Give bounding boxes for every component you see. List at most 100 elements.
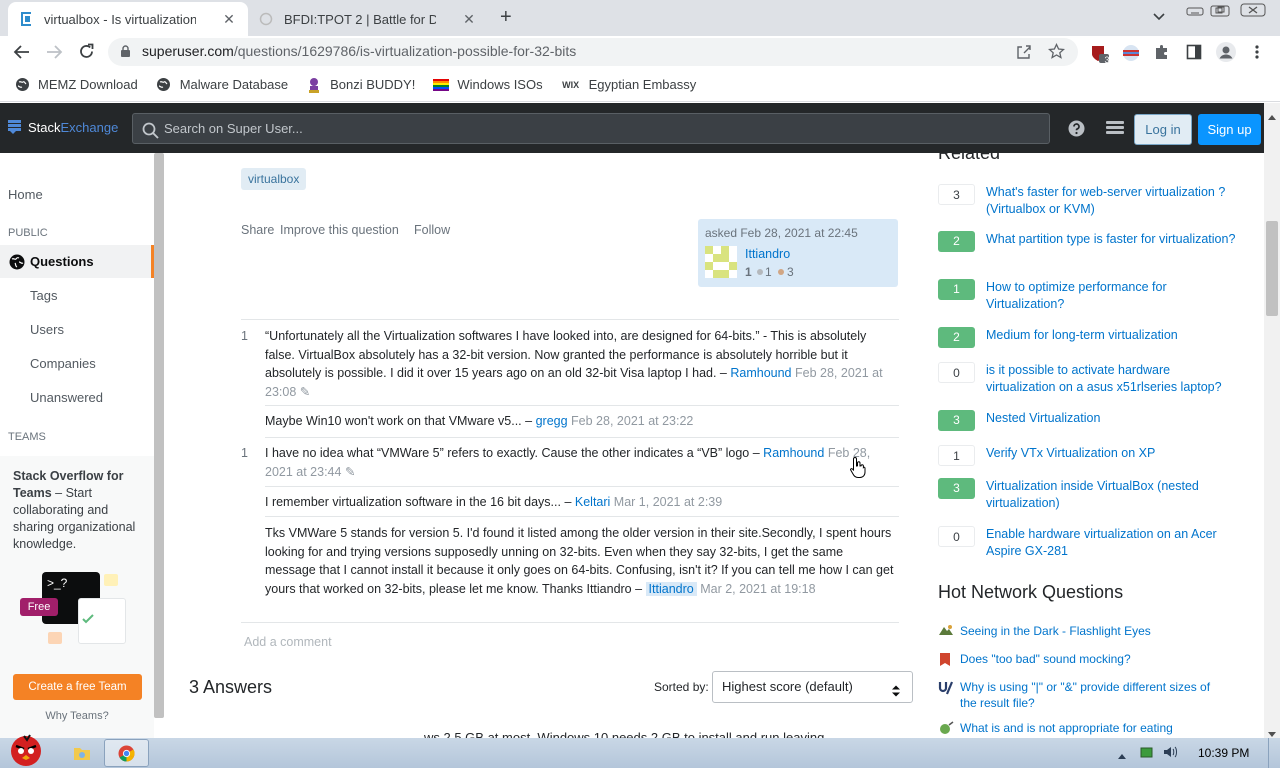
url-text[interactable]: superuser.com/questions/1629786/is-virtu… (142, 43, 576, 59)
volume-icon[interactable] (1162, 744, 1178, 765)
site-search-input[interactable]: Search on Super User... (132, 113, 1050, 144)
show-desktop-button[interactable] (1268, 738, 1280, 768)
close-tab-icon[interactable]: ✕ (460, 11, 478, 28)
comment-user[interactable]: Keltari (575, 495, 610, 509)
comment-text: I remember virtualization software in th… (265, 495, 572, 509)
reload-icon[interactable] (78, 43, 95, 65)
nav-unanswered[interactable]: Unanswered (30, 390, 103, 405)
nav-section-teams: TEAMS (8, 431, 46, 443)
lock-icon[interactable] (120, 45, 131, 63)
asker-name[interactable]: Ittiandro (745, 247, 790, 261)
profile-avatar-icon[interactable] (1216, 42, 1236, 67)
minimize-window-icon[interactable] (1186, 4, 1204, 22)
page-scrollbar-thumb[interactable] (1266, 221, 1278, 316)
extensions-puzzle-icon[interactable] (1154, 44, 1170, 65)
tab-superuser[interactable]: virtualbox - Is virtualization po ✕ (8, 2, 248, 36)
follow-link[interactable]: Follow (414, 223, 450, 237)
start-angry-bird-icon[interactable] (4, 730, 48, 773)
related-title[interactable]: Medium for long-term virtualization (986, 327, 1241, 344)
create-team-button[interactable]: Create a free Team (13, 674, 142, 700)
close-tab-icon[interactable]: ✕ (220, 11, 238, 28)
nav-tags[interactable]: Tags (30, 288, 57, 303)
tab-search-chevron-icon[interactable] (1152, 9, 1166, 28)
help-icon[interactable] (1068, 120, 1085, 142)
comment-date[interactable]: Mar 2, 2021 at 19:18 (700, 582, 815, 596)
comment-user[interactable]: Ramhound (763, 446, 824, 460)
forward-arrow-icon[interactable] (45, 44, 63, 65)
comment-user[interactable]: Ittiandro (645, 581, 697, 596)
related-title[interactable]: Enable hardware virtualization on an Ace… (986, 526, 1241, 560)
user-avatar[interactable] (705, 246, 737, 283)
related-title[interactable]: is it possible to activate hardware virt… (986, 362, 1241, 396)
comment-body: I remember virtualization software in th… (265, 493, 895, 512)
nav-users[interactable]: Users (30, 322, 64, 337)
nav-companies[interactable]: Companies (30, 356, 96, 371)
hot-question-title[interactable]: Does "too bad" sound mocking? (960, 651, 1230, 667)
extension-globe-icon[interactable] (1122, 44, 1140, 67)
nav-home[interactable]: Home (8, 187, 43, 202)
comment-user[interactable]: Ramhound (730, 366, 791, 380)
bookmark-windows-isos[interactable]: Windows ISOs (433, 77, 543, 93)
scroll-up-arrow-icon[interactable] (1268, 107, 1276, 125)
sidebar-scrollbar[interactable] (154, 153, 164, 718)
related-item: 0 is it possible to activate hardware vi… (938, 362, 1238, 402)
related-title[interactable]: How to optimize performance for Virtuali… (986, 279, 1241, 313)
hot-question-title[interactable]: Why is using "|" or "&" provide differen… (960, 679, 1230, 711)
globe-icon (14, 77, 30, 93)
hot-question-title[interactable]: Seeing in the Dark - Flashlight Eyes (960, 623, 1230, 639)
related-title[interactable]: What partition type is faster for virtua… (986, 231, 1241, 248)
bookmark-malware-database[interactable]: Malware Database (156, 77, 288, 93)
bookmark-star-icon[interactable] (1047, 42, 1066, 65)
nav-item-questions[interactable]: Questions (0, 245, 154, 278)
related-title[interactable]: Nested Virtualization (986, 410, 1241, 427)
taskbar-chrome[interactable] (104, 739, 149, 767)
address-bar[interactable]: superuser.com/questions/1629786/is-virtu… (108, 38, 1078, 66)
sort-select-value: Highest score (default) (722, 679, 853, 694)
related-item: 2 Medium for long-term virtualization (938, 327, 1238, 351)
answer-peek-clip: ws 2.5 GB at most. Windows 10 needs 2 GB… (424, 729, 894, 738)
add-comment-link[interactable]: Add a comment (244, 635, 332, 649)
nav-section-public: PUBLIC (8, 227, 48, 239)
stackexchange-logo[interactable]: StackExchange (28, 120, 118, 135)
tab-bfdi[interactable]: BFDI:TPOT 2 | Battle for Dream ✕ (248, 2, 488, 36)
close-window-icon[interactable] (1240, 3, 1266, 22)
page-scrollbar[interactable] (1264, 103, 1280, 738)
why-teams-link[interactable]: Why Teams? (0, 708, 154, 725)
comment-date[interactable]: Feb 28, 2021 at 23:22 (571, 414, 693, 428)
related-title[interactable]: What's faster for web-server virtualizat… (986, 184, 1241, 218)
related-score: 0 (938, 362, 975, 383)
comment-divider (265, 437, 899, 438)
back-arrow-icon[interactable] (13, 44, 31, 65)
bookmark-egyptian-embassy[interactable]: WIX Egyptian Embassy (561, 77, 696, 93)
related-title[interactable]: Verify VTx Virtualization on XP (986, 445, 1241, 462)
clock[interactable]: 10:39 PM (1198, 746, 1249, 760)
power-battery-icon[interactable] (1140, 746, 1154, 764)
share-link[interactable]: Share (241, 223, 274, 237)
bookmark-bonzi-buddy[interactable]: Bonzi BUDDY! (306, 77, 415, 93)
show-hidden-icons-icon[interactable] (1117, 747, 1127, 765)
sort-select[interactable]: Highest score (default) (712, 671, 913, 703)
improve-question-link[interactable]: Improve this question (280, 223, 399, 237)
comment-body: “Unfortunately all the Virtualization so… (265, 327, 895, 401)
restore-window-icon[interactable] (1210, 4, 1230, 22)
side-panel-icon[interactable] (1186, 44, 1202, 65)
related-title[interactable]: Virtualization inside VirtualBox (nested… (986, 478, 1241, 512)
signup-button[interactable]: Sign up (1198, 114, 1261, 145)
stackexchange-logo-icon[interactable] (8, 120, 21, 139)
hot-question-title[interactable]: What is and is not appropriate for eatin… (960, 720, 1230, 736)
globe-icon (156, 77, 172, 93)
bronze-badge-icon (778, 269, 784, 275)
comment-user[interactable]: gregg (536, 414, 568, 428)
share-page-icon[interactable] (1016, 44, 1032, 65)
wix-logo-icon: WIX (562, 79, 580, 90)
login-button[interactable]: Log in (1134, 114, 1192, 145)
bookmark-label: Windows ISOs (457, 77, 543, 92)
comment-date[interactable]: Mar 1, 2021 at 2:39 (614, 495, 722, 509)
bookmark-memz[interactable]: MEMZ Download (14, 77, 138, 93)
taskbar-explorer[interactable] (62, 740, 100, 766)
site-switcher-icon[interactable] (1106, 121, 1124, 141)
tag-virtualbox[interactable]: virtualbox (241, 168, 307, 190)
new-tab-icon[interactable]: + (500, 6, 512, 29)
chrome-menu-icon[interactable] (1254, 44, 1260, 65)
teams-illustration: >_? Free (20, 568, 130, 654)
